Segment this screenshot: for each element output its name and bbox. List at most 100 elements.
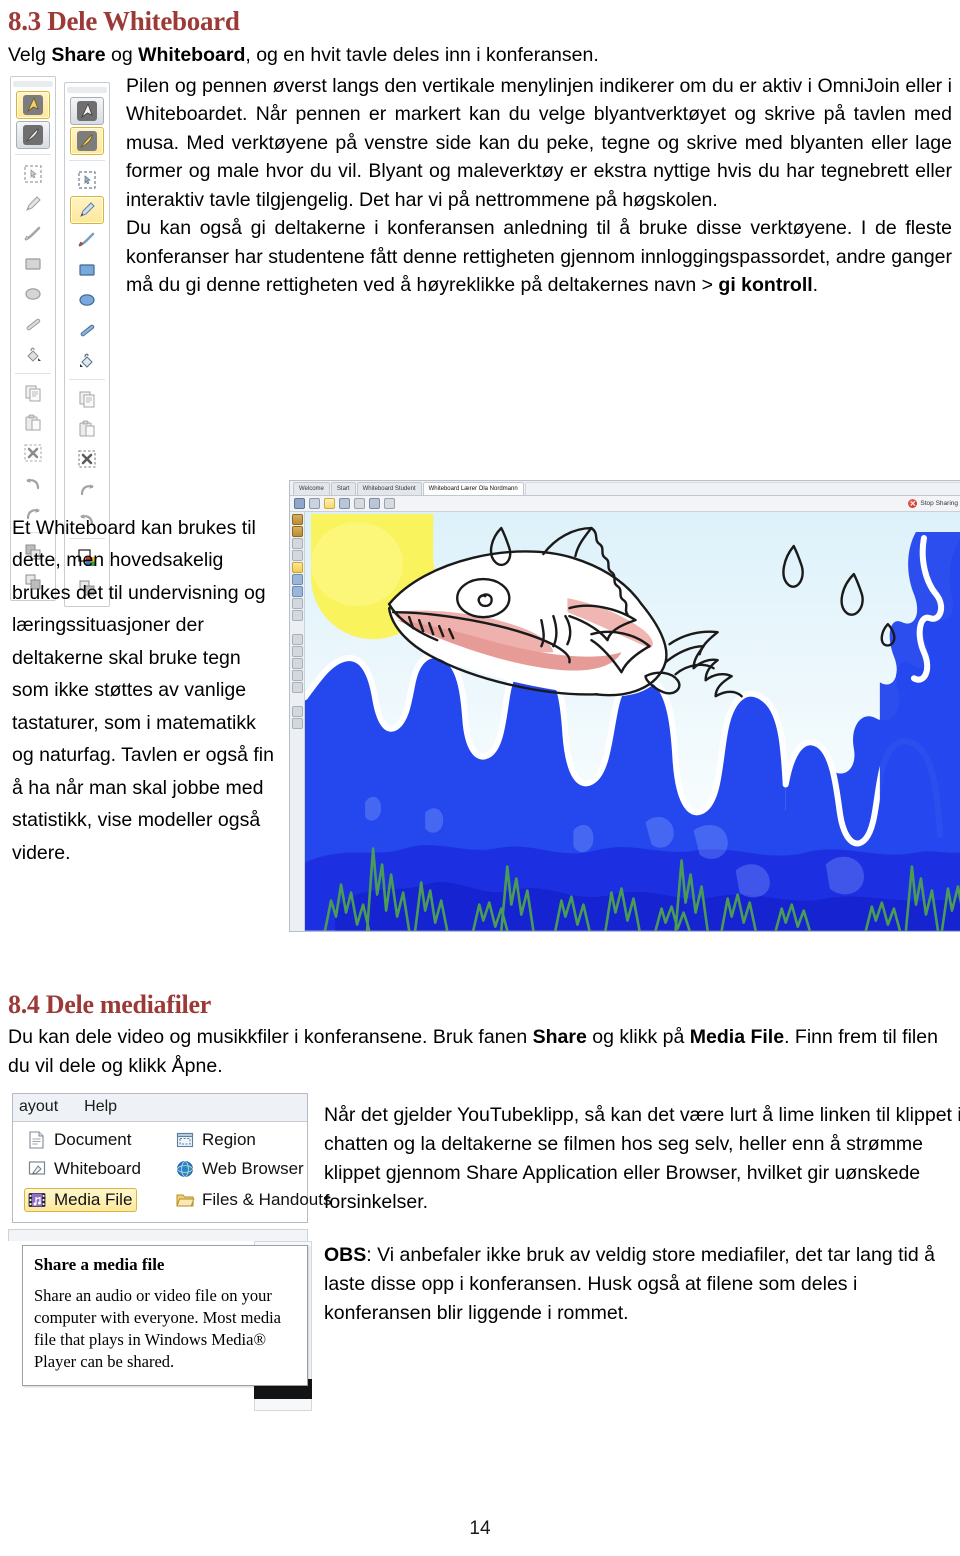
share-item-region[interactable]: Region: [175, 1130, 331, 1150]
print-icon[interactable]: [384, 497, 395, 509]
toolbar-left-grip: [13, 80, 53, 87]
tool-redo[interactable]: [70, 475, 104, 503]
tab-whiteboard-student[interactable]: Whiteboard Student: [356, 481, 422, 495]
share-menubar[interactable]: ayout Help: [13, 1093, 307, 1122]
share-item-web-browser[interactable]: Web Browser: [175, 1159, 331, 1179]
select-region-icon: [77, 170, 97, 190]
delete-icon: [77, 449, 97, 469]
side-paste-icon[interactable]: [291, 645, 303, 657]
toolbar-divider: [15, 153, 51, 155]
tool-paste[interactable]: [16, 409, 50, 437]
side-ellipse-icon[interactable]: [291, 585, 303, 597]
share-item-document[interactable]: Document: [27, 1130, 175, 1150]
tool-undo[interactable]: [16, 469, 50, 497]
menu-item-help[interactable]: Help: [84, 1098, 117, 1116]
side-select-icon[interactable]: [291, 537, 303, 549]
tool-pencil[interactable]: [70, 195, 104, 224]
toolbar-and-text-block: Pilen og pennen øverst langs den vertika…: [8, 72, 952, 607]
copy-icon: [77, 389, 97, 409]
whiteboard-side-toolbar[interactable]: [290, 511, 305, 931]
side-back-icon[interactable]: [291, 717, 303, 729]
side-pencil-icon[interactable]: [291, 549, 303, 561]
tool-arrow-pointer[interactable]: [70, 96, 104, 125]
undo-icon: [23, 473, 43, 493]
tab-welcome[interactable]: Welcome: [293, 481, 330, 495]
document-icon: [27, 1130, 47, 1150]
stop-sharing-button[interactable]: Stop Sharing: [908, 498, 960, 508]
side-rectangle-icon[interactable]: [291, 573, 303, 585]
tool-ellipse[interactable]: [16, 280, 50, 308]
tool-copy[interactable]: [70, 385, 104, 413]
tool-rectangle[interactable]: [16, 250, 50, 278]
fit-page-icon[interactable]: [294, 497, 305, 509]
tool-brush[interactable]: [70, 226, 104, 254]
pencil-icon: [23, 194, 43, 214]
stop-sharing-label: Stop Sharing: [920, 499, 958, 507]
tool-paste[interactable]: [70, 415, 104, 443]
tool-ellipse[interactable]: [70, 286, 104, 314]
menu-item-layout[interactable]: ayout: [19, 1098, 58, 1116]
para-permissions-bold: gi kontroll: [718, 274, 813, 296]
side-delete-icon[interactable]: [291, 657, 303, 669]
tool-copy[interactable]: [16, 379, 50, 407]
select-region-icon: [23, 164, 43, 184]
tool-arrow-pointer-gold[interactable]: [16, 90, 50, 119]
side-line-icon[interactable]: [291, 597, 303, 609]
whiteboard-canvas[interactable]: [305, 511, 960, 931]
arrow-pointer-gold-icon: [22, 94, 44, 116]
tool-line[interactable]: [16, 310, 50, 338]
paste-icon: [77, 419, 97, 439]
whiteboard-toolbar[interactable]: Stop Sharing: [290, 495, 960, 512]
tool-rectangle[interactable]: [70, 256, 104, 284]
side-undo-icon[interactable]: [291, 669, 303, 681]
share-menu-items: Document Region Whiteboard Web Browser M…: [13, 1122, 331, 1222]
tool-select-region[interactable]: [16, 160, 50, 188]
tool-select-region[interactable]: [70, 166, 104, 194]
toolbar-divider: [15, 372, 51, 374]
pages-icon[interactable]: [339, 497, 350, 509]
grid-icon[interactable]: [354, 497, 365, 509]
side-redo-icon[interactable]: [291, 681, 303, 693]
share-item-region-label: Region: [202, 1129, 256, 1149]
tab-whiteboard-laerer[interactable]: Whiteboard Lærer Ola Nordmann: [422, 481, 524, 495]
pointer-mode-icon[interactable]: [324, 497, 335, 509]
tool-brush[interactable]: [16, 220, 50, 248]
side-highlight-icon[interactable]: [291, 561, 303, 573]
para-obs-bold: OBS: [324, 1243, 367, 1266]
intro-bold-whiteboard: Whiteboard: [138, 44, 246, 66]
share-item-whiteboard[interactable]: Whiteboard: [27, 1159, 175, 1179]
side-arrow-icon[interactable]: [291, 513, 303, 525]
section-84-right-column: Når det gjelder YouTubeklipp, så kan det…: [324, 1101, 960, 1328]
section-84-lower: ayout Help Document Region Whiteboard We…: [8, 1092, 960, 1413]
share-item-files-handouts[interactable]: Files & Handouts: [175, 1188, 331, 1212]
tool-line[interactable]: [70, 316, 104, 344]
zoom-icon[interactable]: [309, 497, 320, 509]
side-fill-icon[interactable]: [291, 609, 303, 621]
page-number: 14: [469, 1518, 491, 1539]
brush-icon: [77, 230, 97, 250]
section-84: 8.4 Dele mediafiler Du kan dele video og…: [8, 990, 952, 1081]
para-permissions-end: .: [812, 274, 819, 296]
para-tools-description: Pilen og pennen øverst langs den vertika…: [126, 74, 952, 211]
share-item-media-file[interactable]: Media File: [24, 1187, 138, 1212]
section-83-left-column: Et Whiteboard kan brukes til dette, men …: [12, 516, 274, 864]
tool-delete[interactable]: [16, 439, 50, 467]
tool-fill-bucket[interactable]: [16, 340, 50, 368]
new-page-icon[interactable]: [369, 497, 380, 509]
tool-fill-bucket[interactable]: [70, 346, 104, 374]
fill-bucket-icon: [23, 344, 43, 364]
stop-sharing-icon: [908, 498, 918, 508]
paste-icon: [23, 413, 43, 433]
tool-pen-gold[interactable]: [70, 126, 104, 155]
side-pen-icon[interactable]: [291, 525, 303, 537]
intro-text-2: og: [105, 44, 139, 66]
tool-pen-grey[interactable]: [16, 120, 50, 149]
tab-start[interactable]: Start: [330, 481, 356, 495]
side-front-icon[interactable]: [291, 705, 303, 717]
tool-pencil[interactable]: [16, 190, 50, 218]
folder-icon: [175, 1190, 195, 1210]
media-file-icon: [27, 1190, 47, 1210]
side-copy-icon[interactable]: [291, 633, 303, 645]
tool-delete[interactable]: [70, 445, 104, 473]
para-permissions-text: Du kan også gi deltakerne i konferansen …: [126, 217, 952, 296]
